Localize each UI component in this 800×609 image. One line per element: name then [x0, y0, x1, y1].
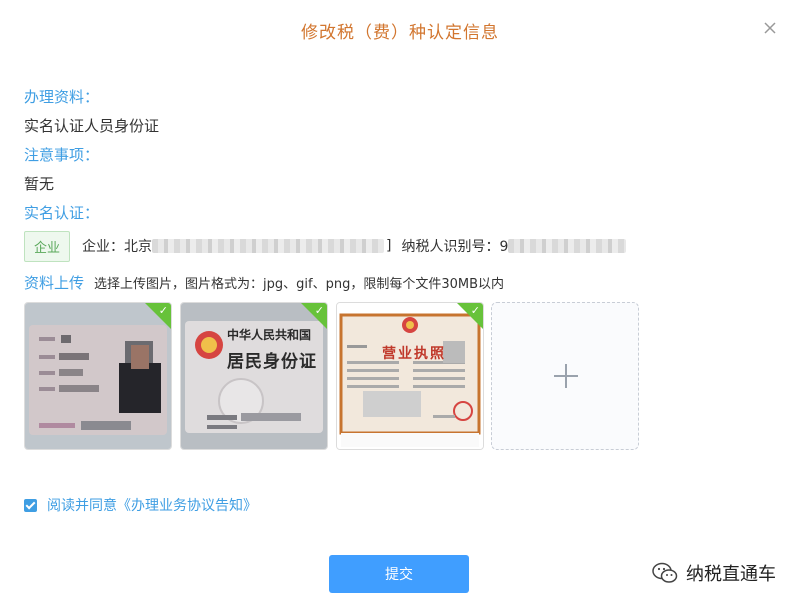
- taxid-prefix: 纳税人识别号：9: [401, 239, 509, 255]
- id-card-header-text: 中华人民共和国: [227, 328, 312, 342]
- dialog: 修改税（费）种认定信息 办理资料： 实名认证人员身份证 注意事项： 暂无 实名认…: [0, 0, 800, 609]
- agreement-row[interactable]: 阅读并同意《办理业务协议告知》: [24, 495, 257, 515]
- realname-label: 实名认证：: [24, 204, 100, 222]
- upload-hint: 选择上传图片，图片格式为：jpg、gif、png，限制每个文件30MB以内: [94, 277, 504, 292]
- corp-badge: 企业: [24, 230, 71, 262]
- notes-value: 暂无: [24, 175, 55, 193]
- notes-label: 注意事项：: [24, 146, 100, 164]
- submit-button[interactable]: 提交: [329, 555, 469, 593]
- materials-value: 实名认证人员身份证: [24, 117, 160, 135]
- close-icon[interactable]: [762, 20, 778, 36]
- corp-info-row: 企业 企业：北京 ] 纳税人识别号：9: [24, 230, 627, 262]
- check-icon: ✓: [158, 304, 168, 317]
- uploaded-image-id-card-back[interactable]: ✓: [24, 302, 172, 450]
- check-icon: ✓: [314, 304, 324, 317]
- dialog-title: 修改税（费）种认定信息: [301, 23, 499, 43]
- materials-label: 办理资料：: [24, 88, 100, 106]
- wechat-icon: [652, 562, 678, 583]
- watermark: 纳税直通车: [652, 560, 776, 586]
- redacted-taxid: [508, 239, 627, 253]
- agreement-checkbox[interactable]: [24, 498, 37, 512]
- plus-icon-vertical: [565, 364, 567, 388]
- license-title-text: 营业执照: [382, 346, 446, 362]
- check-icon: ✓: [470, 304, 480, 317]
- watermark-text: 纳税直通车: [686, 564, 776, 585]
- uploaded-image-id-card-front[interactable]: 中华人民共和国 居民身份证 ✓: [180, 302, 328, 450]
- upload-row: 资料上传 选择上传图片，图片格式为：jpg、gif、png，限制每个文件30MB…: [24, 272, 504, 293]
- uploaded-image-business-license[interactable]: 营业执照 ✓: [336, 302, 484, 450]
- redacted-company-name: [152, 239, 385, 253]
- agreement-text[interactable]: 阅读并同意《办理业务协议告知》: [47, 495, 257, 515]
- id-card-title-text: 居民身份证: [227, 352, 317, 372]
- upload-label: 资料上传: [24, 274, 85, 292]
- company-name-prefix: 企业：北京: [82, 239, 153, 255]
- company-name-suffix: ]: [386, 238, 392, 254]
- add-image-button[interactable]: [491, 302, 639, 450]
